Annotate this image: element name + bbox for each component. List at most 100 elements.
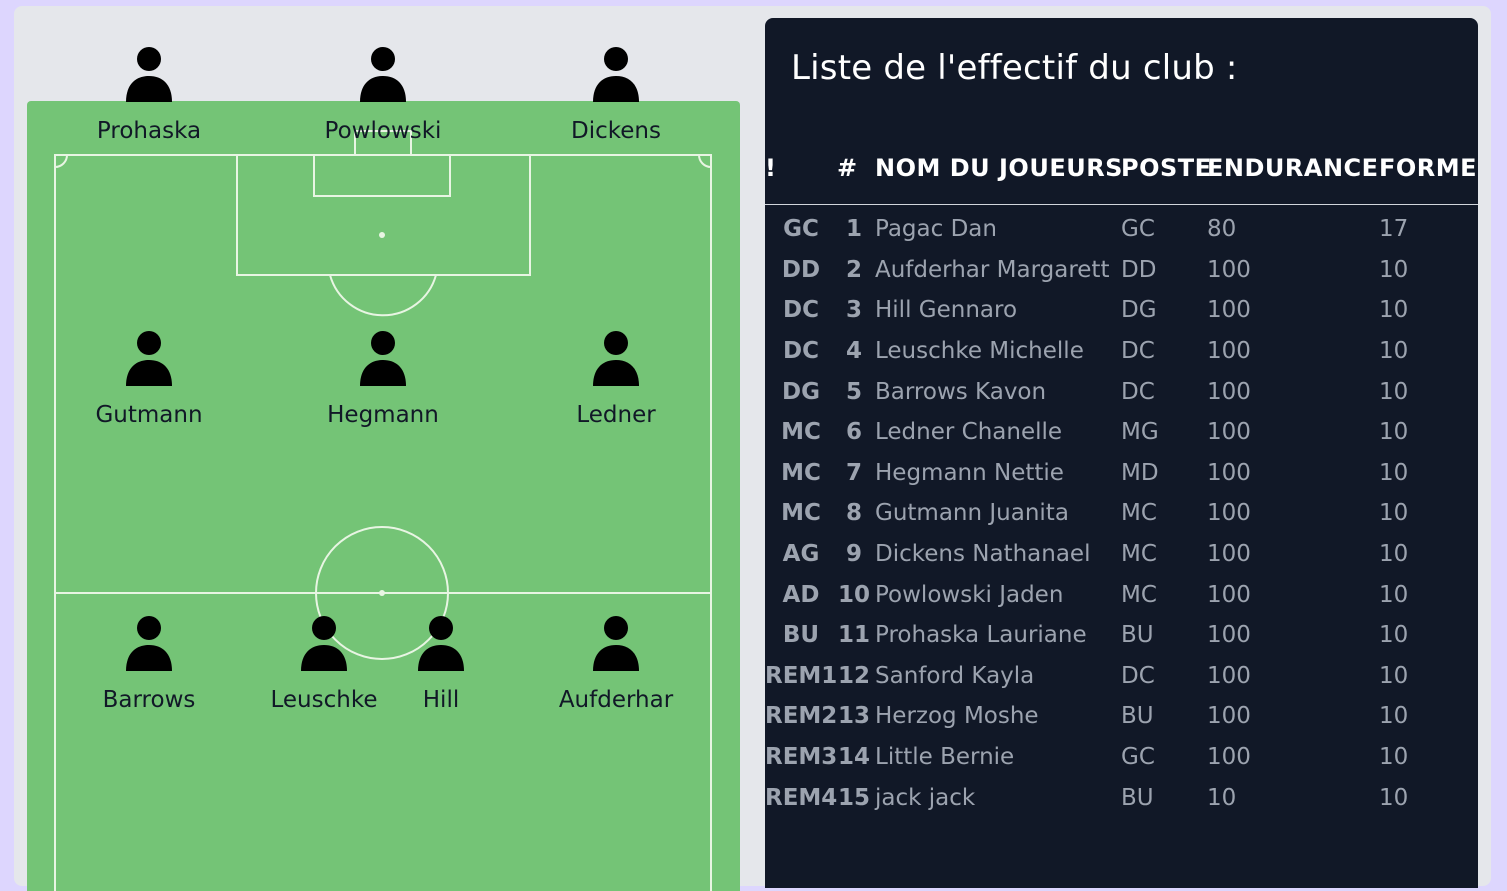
player-marker[interactable]: Aufderhar: [546, 615, 686, 713]
forme-cell: 10: [1379, 541, 1409, 568]
slot-cell: DD: [781, 256, 821, 283]
player-name: Hill: [422, 687, 460, 713]
corner-arc-right: [698, 154, 712, 168]
table-row[interactable]: MC 7 Hegmann Nettie MD 100 10: [765, 453, 1478, 494]
player-name-cell: Ledner Chanelle: [875, 419, 1063, 446]
player-marker[interactable]: Ledner: [546, 330, 686, 428]
goal-area: [313, 154, 451, 197]
number-cell: 15: [837, 784, 870, 811]
player-name: Aufderhar: [558, 687, 674, 713]
player-marker[interactable]: Dickens: [546, 46, 686, 144]
endurance-cell: 100: [1207, 622, 1251, 649]
forme-cell: 10: [1379, 581, 1409, 608]
slot-cell: DC: [783, 338, 819, 365]
forme-cell: 10: [1379, 622, 1409, 649]
person-icon: [418, 616, 464, 671]
poste-cell: BU: [1121, 784, 1154, 811]
player-name-cell: Powlowski Jaden: [875, 581, 1064, 608]
table-row[interactable]: AD 10 Powlowski Jaden MC 100 10: [765, 574, 1478, 615]
player-marker[interactable]: Barrows: [79, 615, 219, 713]
table-row[interactable]: REM1 12 Sanford Kayla DC 100 10: [765, 656, 1478, 697]
poste-cell: MG: [1121, 419, 1159, 446]
player-marker[interactable]: Powlowski: [313, 46, 453, 144]
person-icon: [301, 616, 347, 671]
forme-cell: 10: [1379, 297, 1409, 324]
poste-cell: DC: [1121, 662, 1155, 689]
person-icon: [593, 616, 639, 671]
endurance-cell: 80: [1207, 216, 1237, 243]
endurance-cell: 100: [1207, 581, 1251, 608]
poste-cell: BU: [1121, 703, 1154, 730]
number-cell: 9: [845, 541, 862, 568]
forme-cell: 10: [1379, 703, 1409, 730]
column-header-slot[interactable]: !: [765, 146, 837, 205]
slot-cell: REM3: [765, 744, 838, 771]
endurance-cell: 10: [1207, 784, 1237, 811]
slot-cell: DG: [782, 378, 820, 405]
table-row[interactable]: DC 3 Hill Gennaro DG 100 10: [765, 290, 1478, 331]
squad-title: Liste de l'effectif du club :: [791, 48, 1238, 88]
endurance-cell: 100: [1207, 744, 1251, 771]
number-cell: 7: [845, 459, 862, 486]
player-name: Powlowski: [324, 118, 442, 144]
number-cell: 5: [845, 378, 862, 405]
player-name-cell: jack jack: [875, 784, 976, 811]
table-row[interactable]: REM4 15 jack jack BU 10 10: [765, 777, 1478, 818]
table-row[interactable]: BU 11 Prohaska Lauriane BU 100 10: [765, 615, 1478, 656]
slot-cell: AG: [782, 541, 820, 568]
poste-cell: MC: [1121, 541, 1157, 568]
number-cell: 1: [845, 216, 862, 243]
table-row[interactable]: GC 1 Pagac Dan GC 80 17: [765, 205, 1478, 250]
number-cell: 6: [845, 419, 862, 446]
player-name-cell: Herzog Moshe: [875, 703, 1039, 730]
squad-panel: Liste de l'effectif du club : ! # NOM DU…: [765, 18, 1478, 888]
player-name-cell: Little Bernie: [875, 744, 1015, 771]
number-cell: 4: [845, 338, 862, 365]
player-marker[interactable]: Hill: [371, 615, 511, 713]
poste-cell: MC: [1121, 500, 1157, 527]
poste-cell: DD: [1121, 256, 1157, 283]
centre-spot: [379, 590, 385, 596]
column-header-number[interactable]: #: [837, 146, 871, 205]
player-marker[interactable]: Hegmann: [313, 330, 453, 428]
corner-arc-left: [54, 154, 68, 168]
forme-cell: 10: [1379, 662, 1409, 689]
column-header-forme[interactable]: FORME: [1379, 146, 1478, 205]
endurance-cell: 100: [1207, 662, 1251, 689]
person-icon: [126, 47, 172, 102]
player-name: Ledner: [576, 402, 656, 428]
player-name-cell: Sanford Kayla: [875, 662, 1035, 689]
slot-cell: MC: [781, 459, 821, 486]
poste-cell: DG: [1121, 297, 1157, 324]
table-row[interactable]: AG 9 Dickens Nathanael MC 100 10: [765, 534, 1478, 575]
player-name-cell: Pagac Dan: [875, 216, 997, 243]
table-row[interactable]: DC 4 Leuschke Michelle DC 100 10: [765, 331, 1478, 372]
number-cell: 12: [837, 662, 870, 689]
column-header-endurance[interactable]: ENDURANCE: [1207, 146, 1379, 205]
player-marker[interactable]: Gutmann: [79, 330, 219, 428]
slot-cell: AD: [782, 581, 820, 608]
endurance-cell: 100: [1207, 256, 1251, 283]
column-header-poste[interactable]: POSTE: [1121, 146, 1211, 205]
player-marker[interactable]: Prohaska: [79, 46, 219, 144]
column-header-name[interactable]: NOM DU JOUEURS: [871, 146, 1122, 205]
person-icon: [126, 331, 172, 386]
forme-cell: 10: [1379, 459, 1409, 486]
number-cell: 13: [837, 703, 870, 730]
endurance-cell: 100: [1207, 297, 1251, 324]
table-row[interactable]: DG 5 Barrows Kavon DC 100 10: [765, 371, 1478, 412]
number-cell: 11: [837, 622, 870, 649]
table-row[interactable]: DD 2 Aufderhar Margarett DD 100 10: [765, 250, 1478, 291]
player-name: Barrows: [102, 687, 196, 713]
table-row[interactable]: MC 6 Ledner Chanelle MG 100 10: [765, 412, 1478, 453]
player-name-cell: Aufderhar Margarett: [875, 256, 1110, 283]
table-row[interactable]: REM2 13 Herzog Moshe BU 100 10: [765, 696, 1478, 737]
pitch-boundary: [54, 154, 712, 891]
squad-table: ! # NOM DU JOUEURS POSTE ENDURANCE FORME…: [765, 146, 1478, 818]
table-row[interactable]: REM3 14 Little Bernie GC 100 10: [765, 737, 1478, 778]
poste-cell: DC: [1121, 338, 1155, 365]
table-row[interactable]: MC 8 Gutmann Juanita MC 100 10: [765, 493, 1478, 534]
player-name-cell: Gutmann Juanita: [875, 500, 1069, 527]
table-header-row: ! # NOM DU JOUEURS POSTE ENDURANCE FORME: [765, 146, 1478, 205]
player-name: Dickens: [571, 118, 661, 144]
